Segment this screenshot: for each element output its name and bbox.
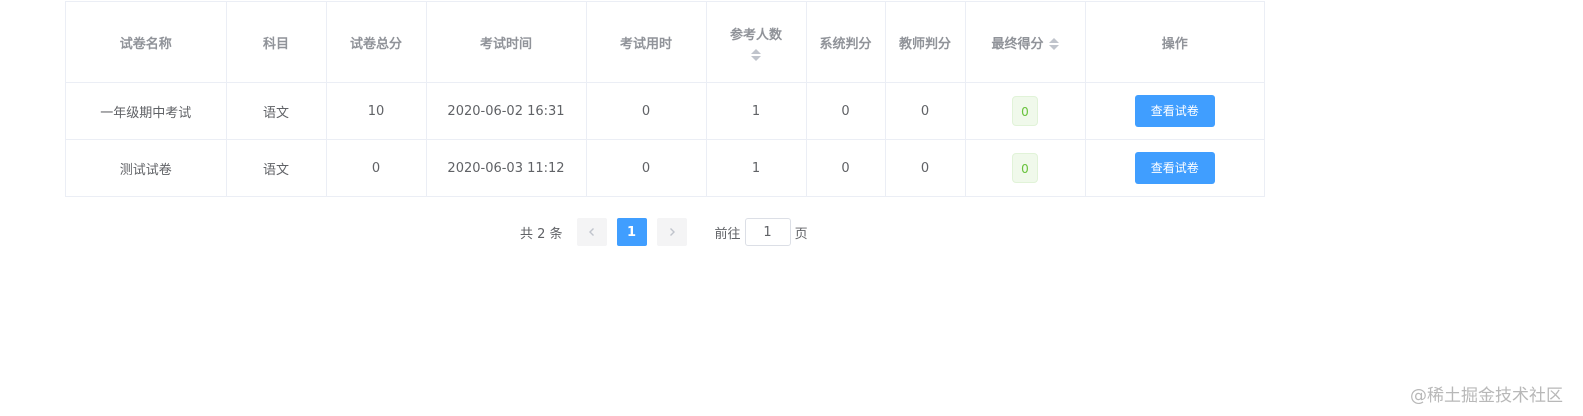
page-jump-input[interactable] [744, 218, 791, 246]
watermark: @稀土掘金技术社区 [1410, 386, 1563, 406]
header-total-score: 试卷总分 [326, 2, 427, 83]
jumper-suffix: 页 [794, 226, 808, 242]
header-name: 试卷名称 [66, 2, 227, 83]
cell-name: 测试试卷 [66, 139, 227, 196]
final-score-tag: 0 [1012, 96, 1038, 126]
table-row: 一年级期中考试 语文 10 2020-06-02 16:31 0 1 0 0 0… [66, 82, 1264, 140]
cell-final-score: 0 [965, 82, 1086, 140]
header-exam-time-label: 考试时间 [479, 36, 532, 52]
prev-page-button[interactable] [576, 218, 607, 246]
sort-caret-icon[interactable] [1048, 38, 1059, 50]
pagination-total: 共 2 条 [520, 226, 563, 242]
cell-teacher-score: 0 [885, 139, 966, 196]
page-number-current[interactable]: 1 [616, 218, 647, 246]
header-total-score-label: 试卷总分 [349, 36, 402, 52]
sort-ascending-icon[interactable] [751, 48, 761, 54]
header-duration-label: 考试用时 [619, 36, 672, 52]
pagination: 共 2 条 1 前往 页 [520, 218, 808, 246]
cell-subject: 语文 [226, 82, 327, 140]
cell-duration: 0 [586, 139, 707, 196]
cell-subject: 语文 [226, 139, 327, 196]
header-duration: 考试用时 [586, 2, 707, 83]
view-exam-button[interactable]: 查看试卷 [1134, 152, 1215, 184]
cell-total-score: 0 [326, 139, 427, 196]
header-actions: 操作 [1085, 2, 1264, 83]
header-subject-label: 科目 [262, 36, 289, 52]
sort-descending-icon[interactable] [751, 55, 761, 61]
cell-system-score: 0 [806, 82, 886, 140]
final-score-tag: 0 [1012, 153, 1038, 183]
header-actions-label: 操作 [1161, 36, 1188, 52]
cell-exam-time: 2020-06-02 16:31 [426, 82, 587, 140]
header-teacher-score: 教师判分 [885, 2, 966, 83]
jumper-prefix: 前往 [714, 226, 741, 242]
header-participants-label: 参考人数 [729, 27, 782, 43]
header-system-score: 系统判分 [806, 2, 886, 83]
chevron-left-icon [588, 228, 594, 236]
header-exam-time: 考试时间 [426, 2, 587, 83]
header-final-score[interactable]: 最终得分 [965, 2, 1086, 83]
cell-actions: 查看试卷 [1085, 140, 1264, 197]
cell-participants: 1 [706, 139, 807, 196]
sort-descending-icon[interactable] [1048, 45, 1059, 50]
sort-caret-icon[interactable] [751, 48, 761, 61]
cell-total-score: 10 [326, 82, 427, 140]
view-exam-button[interactable]: 查看试卷 [1134, 95, 1215, 127]
cell-duration: 0 [586, 82, 707, 140]
table-header: 试卷名称 科目 试卷总分 考试时间 考试用时 参考人数 系统判分 教师判分 最终… [66, 2, 1264, 83]
table-row: 测试试卷 语文 0 2020-06-03 11:12 0 1 0 0 0 查看试… [66, 139, 1264, 197]
cell-final-score: 0 [965, 139, 1086, 196]
page-jumper: 前往 页 [715, 218, 808, 246]
chevron-right-icon [669, 228, 675, 236]
cell-teacher-score: 0 [885, 82, 966, 140]
cell-participants: 1 [706, 82, 807, 140]
page: 试卷名称 科目 试卷总分 考试时间 考试用时 参考人数 系统判分 教师判分 最终… [0, 0, 1583, 416]
next-page-button[interactable] [656, 218, 687, 246]
header-participants[interactable]: 参考人数 [706, 2, 807, 83]
cell-name: 一年级期中考试 [66, 82, 227, 140]
sort-ascending-icon[interactable] [1048, 38, 1059, 43]
cell-exam-time: 2020-06-03 11:12 [426, 139, 587, 196]
header-name-label: 试卷名称 [119, 36, 172, 52]
header-subject: 科目 [226, 2, 327, 83]
header-system-score-label: 系统判分 [819, 36, 872, 52]
cell-system-score: 0 [806, 139, 886, 196]
cell-actions: 查看试卷 [1085, 82, 1264, 140]
header-final-score-label: 最终得分 [991, 36, 1044, 52]
header-teacher-score-label: 教师判分 [898, 36, 951, 52]
exam-table: 试卷名称 科目 试卷总分 考试时间 考试用时 参考人数 系统判分 教师判分 最终… [65, 1, 1265, 197]
